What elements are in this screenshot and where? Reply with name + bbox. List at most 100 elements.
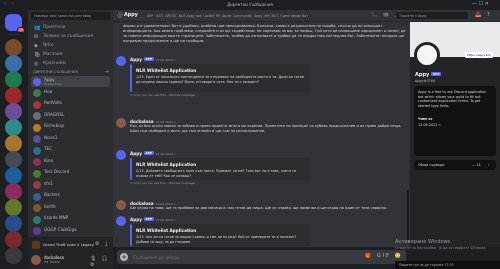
nav-label: Магазин <box>43 52 63 57</box>
profile-tag: Appy#0764 <box>415 79 436 83</box>
message-avatar[interactable] <box>116 216 126 226</box>
server-icon[interactable] <box>5 135 22 152</box>
dm-item[interactable]: Nova1 <box>31 134 110 145</box>
chat-scrollbar[interactable] <box>407 190 409 240</box>
profile-name-text: Appy <box>415 72 430 78</box>
dm-name: Nova1 <box>44 134 58 140</box>
dm-avatar <box>33 135 41 143</box>
server-icon[interactable] <box>5 119 22 136</box>
nav-icon: 👥 <box>34 24 41 31</box>
member-since-label: Член от <box>418 117 433 121</box>
dm-item[interactable]: Нов <box>31 88 110 99</box>
activation-watermark: Активиране Windows Отидете на Настройки,… <box>395 239 500 250</box>
message-avatar[interactable] <box>116 56 126 66</box>
message-author[interactable]: Appy APP 27.02.2024 г. <box>130 151 176 156</box>
server-icon[interactable] <box>5 183 22 200</box>
user-avatar[interactable] <box>31 255 41 265</box>
chat-header: @ Appy APP · BOT, ARTIST, NLR Appy bot, … <box>113 10 500 22</box>
app-badge: APP <box>143 217 154 221</box>
dm-name: Нов <box>44 88 53 94</box>
dm-item[interactable]: lizards MNP <box>31 214 110 225</box>
message-author[interactable]: Appy APP 27.02.2024 г. <box>130 217 176 222</box>
chevron-right-icon: › <box>488 162 490 167</box>
user-status: На линия <box>44 260 60 264</box>
dm-name: lizards MNP <box>44 215 69 220</box>
watermark-title: Активиране Windows <box>395 239 451 245</box>
voice-controls[interactable]: 🎙 🎧 ⚙ <box>90 256 113 268</box>
dm-home-button[interactable]: 25 <box>5 14 25 33</box>
profile-link[interactable]: https://appy.bot <box>465 52 493 58</box>
message-avatar[interactable] <box>116 150 126 160</box>
sidebar-nav-item[interactable]: ◈ Nitro <box>31 41 110 50</box>
sidebar-nav-item[interactable]: ✉ Заявки за съобщения <box>31 32 110 41</box>
server-icon[interactable] <box>5 39 22 56</box>
server-icon[interactable] <box>5 247 22 264</box>
dm-item[interactable]: Test Discord <box>31 168 110 179</box>
ephemeral-notice[interactable]: ✕ Only you can see this · Dismiss messag… <box>130 181 195 185</box>
dm-item[interactable]: lizrith <box>31 203 110 214</box>
message-composer[interactable]: + Съобщение до @Appy 🎁 GIF 🙂 <box>117 250 406 264</box>
dm-avatar <box>33 77 41 86</box>
mutual-servers-label: Общи сървъри <box>418 163 445 167</box>
app-badge: APP <box>143 57 154 61</box>
dm-name: sfn1 <box>44 180 53 186</box>
sidebar-nav-item[interactable]: 👥 Приятели <box>31 23 110 32</box>
server-icon[interactable] <box>5 231 22 248</box>
server-icon[interactable] <box>5 215 22 232</box>
server-icon[interactable] <box>5 151 22 168</box>
dm-item[interactable]: Barzers <box>31 191 110 202</box>
server-icon[interactable] <box>5 71 22 88</box>
dm-name: Barzers <box>44 192 60 197</box>
dm-unread-badge: 25 <box>16 27 25 33</box>
dm-item[interactable]: Richeboyi <box>31 122 110 133</box>
at-icon: @ <box>117 12 123 19</box>
dm-avatar <box>33 158 41 166</box>
add-dm-icon[interactable]: + <box>105 69 109 75</box>
dm-item[interactable]: OGGP ClubGiga <box>31 226 110 237</box>
composer-icons[interactable]: 🎁 GIF 🙂 <box>365 253 403 259</box>
sidebar-nav-item[interactable]: ◎ Краснийм <box>31 59 110 68</box>
server-icon[interactable] <box>5 167 22 184</box>
user-panel: dockalosa На линия 🎙 🎧 ⚙ <box>28 251 113 269</box>
add-attachment-icon[interactable]: + <box>120 252 128 261</box>
inbox-help-icons[interactable]: 📥 ? <box>475 12 491 18</box>
embed-description: 3/15. Ако ли си готов за нашия сървър и … <box>136 235 297 244</box>
server-icon[interactable] <box>5 55 22 72</box>
ephemeral-notice[interactable]: ✕ Only you can see this · Dismiss messag… <box>130 93 195 97</box>
dm-item[interactable]: Kino <box>31 157 110 168</box>
message-input[interactable]: Съобщение до @Appy <box>133 255 179 260</box>
nav-label: Приятели <box>43 25 66 30</box>
window-controls[interactable]: — ☐ ✕ <box>472 1 489 7</box>
dm-avatar <box>33 215 41 224</box>
dm-avatar <box>33 169 41 178</box>
message-avatar[interactable] <box>116 118 126 128</box>
server-icon[interactable] <box>5 103 22 120</box>
nav-icon: ◈ <box>34 42 38 49</box>
dm-item[interactable]: RedVolts <box>31 99 110 110</box>
message-embed: NLR Whitelist Application 2/15. Добавете … <box>130 158 310 180</box>
mutual-servers-row[interactable]: Общи сървъри — 11 › <box>414 160 496 170</box>
member-since-date: 12.06.2021 г. <box>418 123 442 127</box>
dm-item[interactable]: sfn1 <box>31 180 110 191</box>
dm-item[interactable]: TEC <box>31 145 110 156</box>
dm-name: Kino <box>44 157 54 163</box>
nav-label: Заявки за съобщения <box>43 34 94 39</box>
message-list: форми и е удивителният бот е удобния, ос… <box>113 22 410 247</box>
server-icon[interactable] <box>5 199 22 216</box>
dm-item[interactable]: DRAGOSL <box>31 111 110 122</box>
dm-section-header: ДИРЕКТНИ СЪОБЩЕНИЯ + <box>33 69 109 75</box>
profile-name: Appy APP <box>415 72 442 78</box>
message-timestamp: 27.02.2024 г. <box>155 218 177 222</box>
chat-title: Appy <box>124 12 138 18</box>
message-embed: NLR Whitelist Application 1/15. Един от н… <box>130 64 310 92</box>
activity-controls[interactable]: ⚙ ⤓ <box>95 241 109 247</box>
sidebar-nav-item[interactable]: 🛍 Магазин <box>31 50 110 59</box>
server-icon[interactable] <box>5 87 22 104</box>
taskbar-tray[interactable]: Пишете тук за да търсите 17:53 <box>395 261 500 269</box>
search-input[interactable]: Търсене в Appy <box>396 12 468 19</box>
dm-item[interactable]: Appy Играе /help <box>31 76 110 87</box>
message-author[interactable]: Appy APP 27.02.2024 г. <box>130 57 176 62</box>
game-icon <box>32 241 40 249</box>
dm-search-button[interactable]: Намери или започни разговор <box>31 12 110 20</box>
message-avatar[interactable] <box>116 200 126 210</box>
